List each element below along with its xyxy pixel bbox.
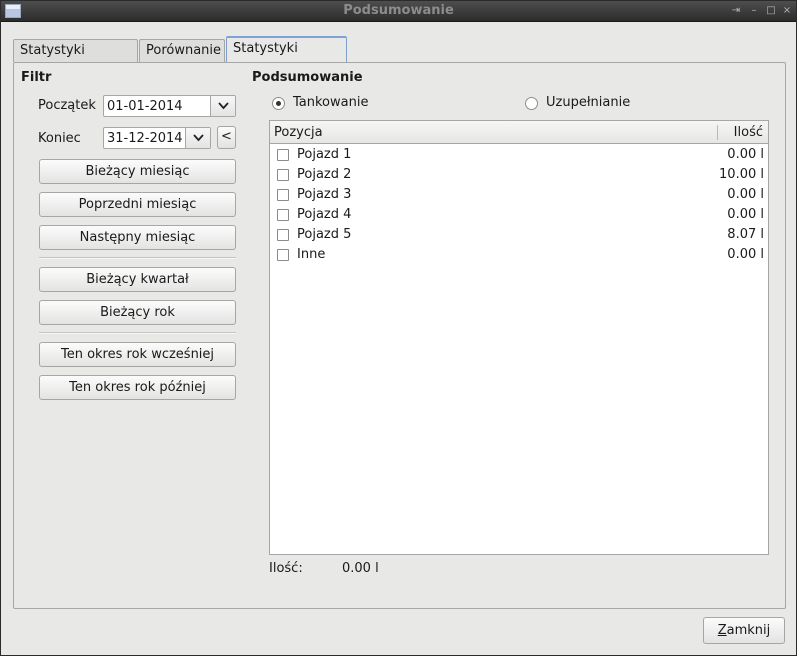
close-window-icon[interactable]: × [780,4,794,18]
row-quantity: 0.00 l [727,147,764,162]
row-quantity: 10.00 l [719,167,764,182]
table-row[interactable]: Pojazd 1 0.00 l [270,145,768,165]
current-quarter-button[interactable]: Bieżący kwartał [39,267,236,292]
previous-month-button[interactable]: Poprzedni miesiąc [39,192,236,217]
maximize-icon[interactable]: □ [764,4,778,18]
row-name: Inne [297,247,326,262]
tab-comparison[interactable]: Porównanie [139,39,225,62]
chevron-down-icon[interactable] [185,128,210,148]
radio-refill[interactable] [525,97,538,110]
row-checkbox[interactable] [277,229,289,241]
filter-title: Filtr [21,70,52,85]
total-value: 0.00 l [342,561,379,576]
table-row[interactable]: Pojazd 3 0.00 l [270,185,768,205]
summary-title: Podsumowanie [252,70,363,85]
radio-refill-label[interactable]: Uzupełnianie [546,95,630,110]
end-date-value: 31-12-2014 [107,131,183,146]
row-name: Pojazd 3 [297,187,352,202]
column-divider[interactable] [717,125,718,140]
table-header: Pozycja Ilość [270,121,768,144]
row-name: Pojazd 1 [297,147,352,162]
tab-item-statistics[interactable]: Statystyki pozycji [13,39,138,79]
close-button-label: amknij [726,623,771,638]
row-name: Pojazd 2 [297,167,352,182]
row-quantity: 0.00 l [727,187,764,202]
start-date-label: Początek [38,98,96,113]
window-title: Podsumowanie [343,3,454,18]
total-label: Ilość: [269,561,303,576]
end-date-combo[interactable]: 31-12-2014 [103,127,211,149]
chevron-down-icon[interactable] [210,96,235,116]
radio-fueling-label[interactable]: Tankowanie [293,95,368,110]
current-year-button[interactable]: Bieżący rok [39,300,236,325]
period-year-later-button[interactable]: Ten okres rok później [39,375,236,400]
next-month-button[interactable]: Następny miesiąc [39,225,236,250]
column-header-position[interactable]: Pozycja [274,125,323,140]
row-name: Pojazd 5 [297,227,352,242]
close-button-mnemonic: Z [717,623,727,638]
filter-divider [39,257,236,259]
summary-window: Podsumowanie ⇥ – □ × Statystyki pozycji … [0,0,797,656]
row-checkbox[interactable] [277,149,289,161]
radio-selected-dot [276,101,281,106]
summary-table[interactable]: Pozycja Ilość Pojazd 1 0.00 l Pojazd 2 1… [269,120,769,555]
shade-icon[interactable]: ⇥ [729,4,743,18]
row-name: Pojazd 4 [297,207,352,222]
table-row[interactable]: Pojazd 4 0.00 l [270,205,768,225]
minimize-icon[interactable]: – [747,4,761,18]
row-checkbox[interactable] [277,169,289,181]
start-date-combo[interactable]: 01-01-2014 [103,95,236,117]
end-date-label: Koniec [38,131,81,146]
column-header-quantity[interactable]: Ilość [734,125,763,140]
filter-divider [39,332,236,334]
row-quantity: 0.00 l [727,247,764,262]
start-date-value: 01-01-2014 [107,99,183,114]
row-quantity: 0.00 l [727,207,764,222]
current-month-button[interactable]: Bieżący miesiąc [39,159,236,184]
table-row[interactable]: Pojazd 2 10.00 l [270,165,768,185]
copy-start-date-button[interactable]: < [217,126,236,149]
row-checkbox[interactable] [277,209,289,221]
close-button[interactable]: Zamknij [703,617,785,644]
table-row[interactable]: Inne 0.00 l [270,245,768,265]
title-bar[interactable]: Podsumowanie ⇥ – □ × [1,1,796,22]
row-quantity: 8.07 l [727,227,764,242]
row-checkbox[interactable] [277,189,289,201]
table-row[interactable]: Pojazd 5 8.07 l [270,225,768,245]
row-checkbox[interactable] [277,249,289,261]
period-year-earlier-button[interactable]: Ten okres rok wcześniej [39,342,236,367]
radio-fueling[interactable] [272,97,285,110]
tab-fuel-statistics[interactable]: Statystyki paliwa [226,36,347,78]
